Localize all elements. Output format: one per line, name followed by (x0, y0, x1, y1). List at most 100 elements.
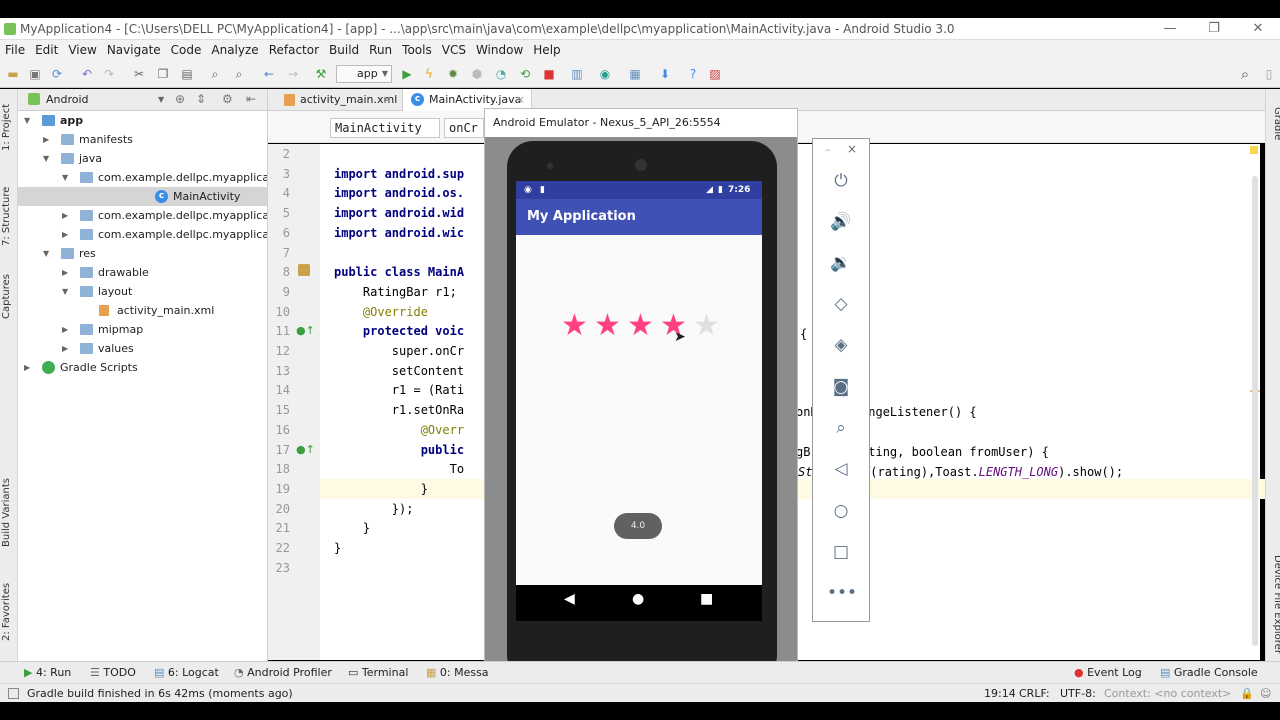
tree-item[interactable]: ▼ java (18, 149, 267, 168)
editor-scrollbar[interactable] (1252, 176, 1258, 646)
tree-item[interactable]: ▼ app (18, 111, 267, 130)
menu-item-run[interactable]: Run (364, 40, 397, 60)
chevron-right-icon[interactable]: ▶ (62, 263, 68, 282)
make-project-icon[interactable]: ⚒ (314, 67, 328, 81)
close-icon[interactable]: ✕ (1236, 18, 1280, 40)
help-icon[interactable]: ? (686, 67, 700, 81)
coverage-icon[interactable]: ⟲ (518, 67, 532, 81)
overview-icon[interactable]: □ (827, 538, 855, 566)
gear-icon[interactable]: ⚙ (222, 92, 233, 106)
menu-item-vcs[interactable]: VCS (437, 40, 471, 60)
project-structure-icon[interactable]: ▦ (628, 67, 642, 81)
rating-star-icon[interactable]: ★ (591, 311, 624, 341)
menu-item-code[interactable]: Code (166, 40, 207, 60)
tree-item[interactable]: c MainActivity (18, 187, 267, 206)
close-icon[interactable]: × (847, 142, 857, 156)
chevron-right-icon[interactable]: ▶ (24, 358, 30, 377)
tree-item[interactable]: ▶ values (18, 339, 267, 358)
nav-recents-icon[interactable]: ■ (700, 591, 713, 607)
device-screen[interactable]: ◉ ▮ ◢ ▮ 7:26 My Application ★ ★ ★ ★ ★ ➤ 4.0 … (516, 181, 762, 621)
chevron-right-icon[interactable]: ▶ (62, 225, 68, 244)
menu-item-refactor[interactable]: Refactor (264, 40, 324, 60)
avd-manager-icon[interactable]: ▥ (570, 67, 584, 81)
minimize-icon[interactable]: – (825, 143, 831, 156)
chevron-right-icon[interactable]: ▶ (43, 130, 49, 149)
debug-icon[interactable]: ✹ (446, 67, 460, 81)
caret-position[interactable]: 19:14 (984, 684, 1016, 703)
chevron-down-icon[interactable]: ▼ (24, 111, 30, 130)
tree-item[interactable]: ▶ mipmap (18, 320, 267, 339)
redo-icon[interactable]: ↷ (102, 67, 116, 81)
tool-tab-gradle[interactable]: Gradle (1267, 99, 1280, 149)
tree-item[interactable]: ▼ res (18, 244, 267, 263)
tool-tab-profiler[interactable]: ◔ Android Profiler (234, 662, 332, 684)
override-gutter-icon[interactable]: ●↑ (296, 443, 315, 456)
tool-tab-structure[interactable]: 7: Structure (1, 181, 17, 251)
inspector-icon[interactable]: ☺ (1260, 684, 1271, 703)
tree-item[interactable]: ▼ layout (18, 282, 267, 301)
rating-star-icon[interactable]: ★ (690, 311, 723, 341)
apply-changes-icon[interactable]: ϟ (422, 67, 436, 81)
hide-panel-icon[interactable]: ⇤ (246, 92, 256, 106)
rotate-left-icon[interactable]: ◇ (827, 290, 855, 318)
run-icon[interactable]: ▶ (400, 67, 414, 81)
menu-item-file[interactable]: File (0, 40, 30, 60)
volume-down-icon[interactable]: 🔉 (827, 249, 855, 277)
more-toolbar-icon[interactable]: ▯ (1262, 67, 1276, 81)
chevron-down-icon[interactable]: ▼ (158, 89, 164, 111)
chevron-down-icon[interactable]: ▼ (62, 282, 68, 301)
rotate-right-icon[interactable]: ◈ (827, 331, 855, 359)
menu-item-navigate[interactable]: Navigate (102, 40, 166, 60)
menu-item-tools[interactable]: Tools (397, 40, 437, 60)
rating-bar[interactable]: ★ ★ ★ ★ ★ (558, 311, 723, 341)
search-icon[interactable]: ⌕ (1238, 67, 1252, 82)
forward-nav-icon[interactable]: → (286, 67, 300, 81)
chevron-right-icon[interactable]: ▶ (62, 339, 68, 358)
menu-item-help[interactable]: Help (528, 40, 565, 60)
replace-icon[interactable]: ⌕ (232, 67, 246, 81)
chevron-right-icon[interactable]: ▶ (62, 320, 68, 339)
volume-up-icon[interactable]: 🔊 (827, 208, 855, 236)
sdk-manager-icon[interactable]: ⬇ (658, 67, 672, 81)
back-icon[interactable]: ◁ (827, 455, 855, 483)
minimize-icon[interactable]: — (1148, 18, 1192, 40)
restore-icon[interactable]: ❐ (1192, 18, 1236, 40)
tool-tab-event-log[interactable]: ● Event Log (1074, 662, 1142, 684)
line-separator[interactable]: CRLF: (1019, 684, 1050, 703)
tool-tab-build-variants[interactable]: Build Variants (1, 473, 17, 553)
tool-tab-favorites[interactable]: 2: Favorites (1, 579, 17, 645)
tool-tab-logcat[interactable]: ▤ 6: Logcat (154, 662, 219, 684)
tree-item[interactable]: ▶ drawable (18, 263, 267, 282)
zoom-icon[interactable]: ⌕ (827, 414, 855, 442)
tool-windows-toggle-icon[interactable] (8, 688, 19, 699)
tree-item[interactable]: activity_main.xml (18, 301, 267, 320)
chevron-down-icon[interactable]: ▼ (43, 244, 49, 263)
home-icon[interactable]: ○ (827, 497, 855, 525)
attach-debugger-icon[interactable]: ⬢ (470, 67, 484, 81)
cut-icon[interactable]: ✂ (132, 67, 146, 81)
tool-tab-terminal[interactable]: ▭ Terminal (348, 662, 408, 684)
sync-icon[interactable]: ⟳ (50, 67, 64, 81)
camera-icon[interactable]: ◙ (827, 373, 855, 401)
scroll-from-source-icon[interactable]: ⊕ (175, 92, 185, 106)
more-icon[interactable]: ••• (827, 579, 857, 607)
tab-activity-main-xml[interactable]: activity_main.xml × (274, 89, 398, 111)
device-monitor-icon[interactable]: ▨ (708, 67, 722, 81)
tool-tab-messages[interactable]: ▦ 0: Messa (426, 662, 489, 684)
open-folder-icon[interactable]: ▬ (6, 67, 20, 81)
tree-item[interactable]: ▶ manifests (18, 130, 267, 149)
profile-icon[interactable]: ◔ (494, 67, 508, 81)
find-icon[interactable]: ⌕ (208, 67, 222, 81)
collapse-all-icon[interactable]: ⇕ (196, 92, 206, 106)
class-gutter-icon[interactable] (298, 264, 310, 276)
paste-icon[interactable]: ▤ (180, 67, 194, 81)
file-encoding[interactable]: UTF-8: (1060, 684, 1096, 703)
chevron-right-icon[interactable]: ▶ (62, 206, 68, 225)
sync-gradle-icon[interactable]: ◉ (598, 67, 612, 81)
tool-tab-captures[interactable]: Captures (1, 267, 17, 327)
undo-icon[interactable]: ↶ (80, 67, 94, 81)
tree-item[interactable]: ▼ com.example.dellpc.myapplication (18, 168, 267, 187)
nav-home-icon[interactable]: ● (632, 591, 644, 607)
breadcrumb-class[interactable]: MainActivity (330, 118, 440, 138)
lock-icon[interactable]: 🔒 (1240, 684, 1254, 703)
